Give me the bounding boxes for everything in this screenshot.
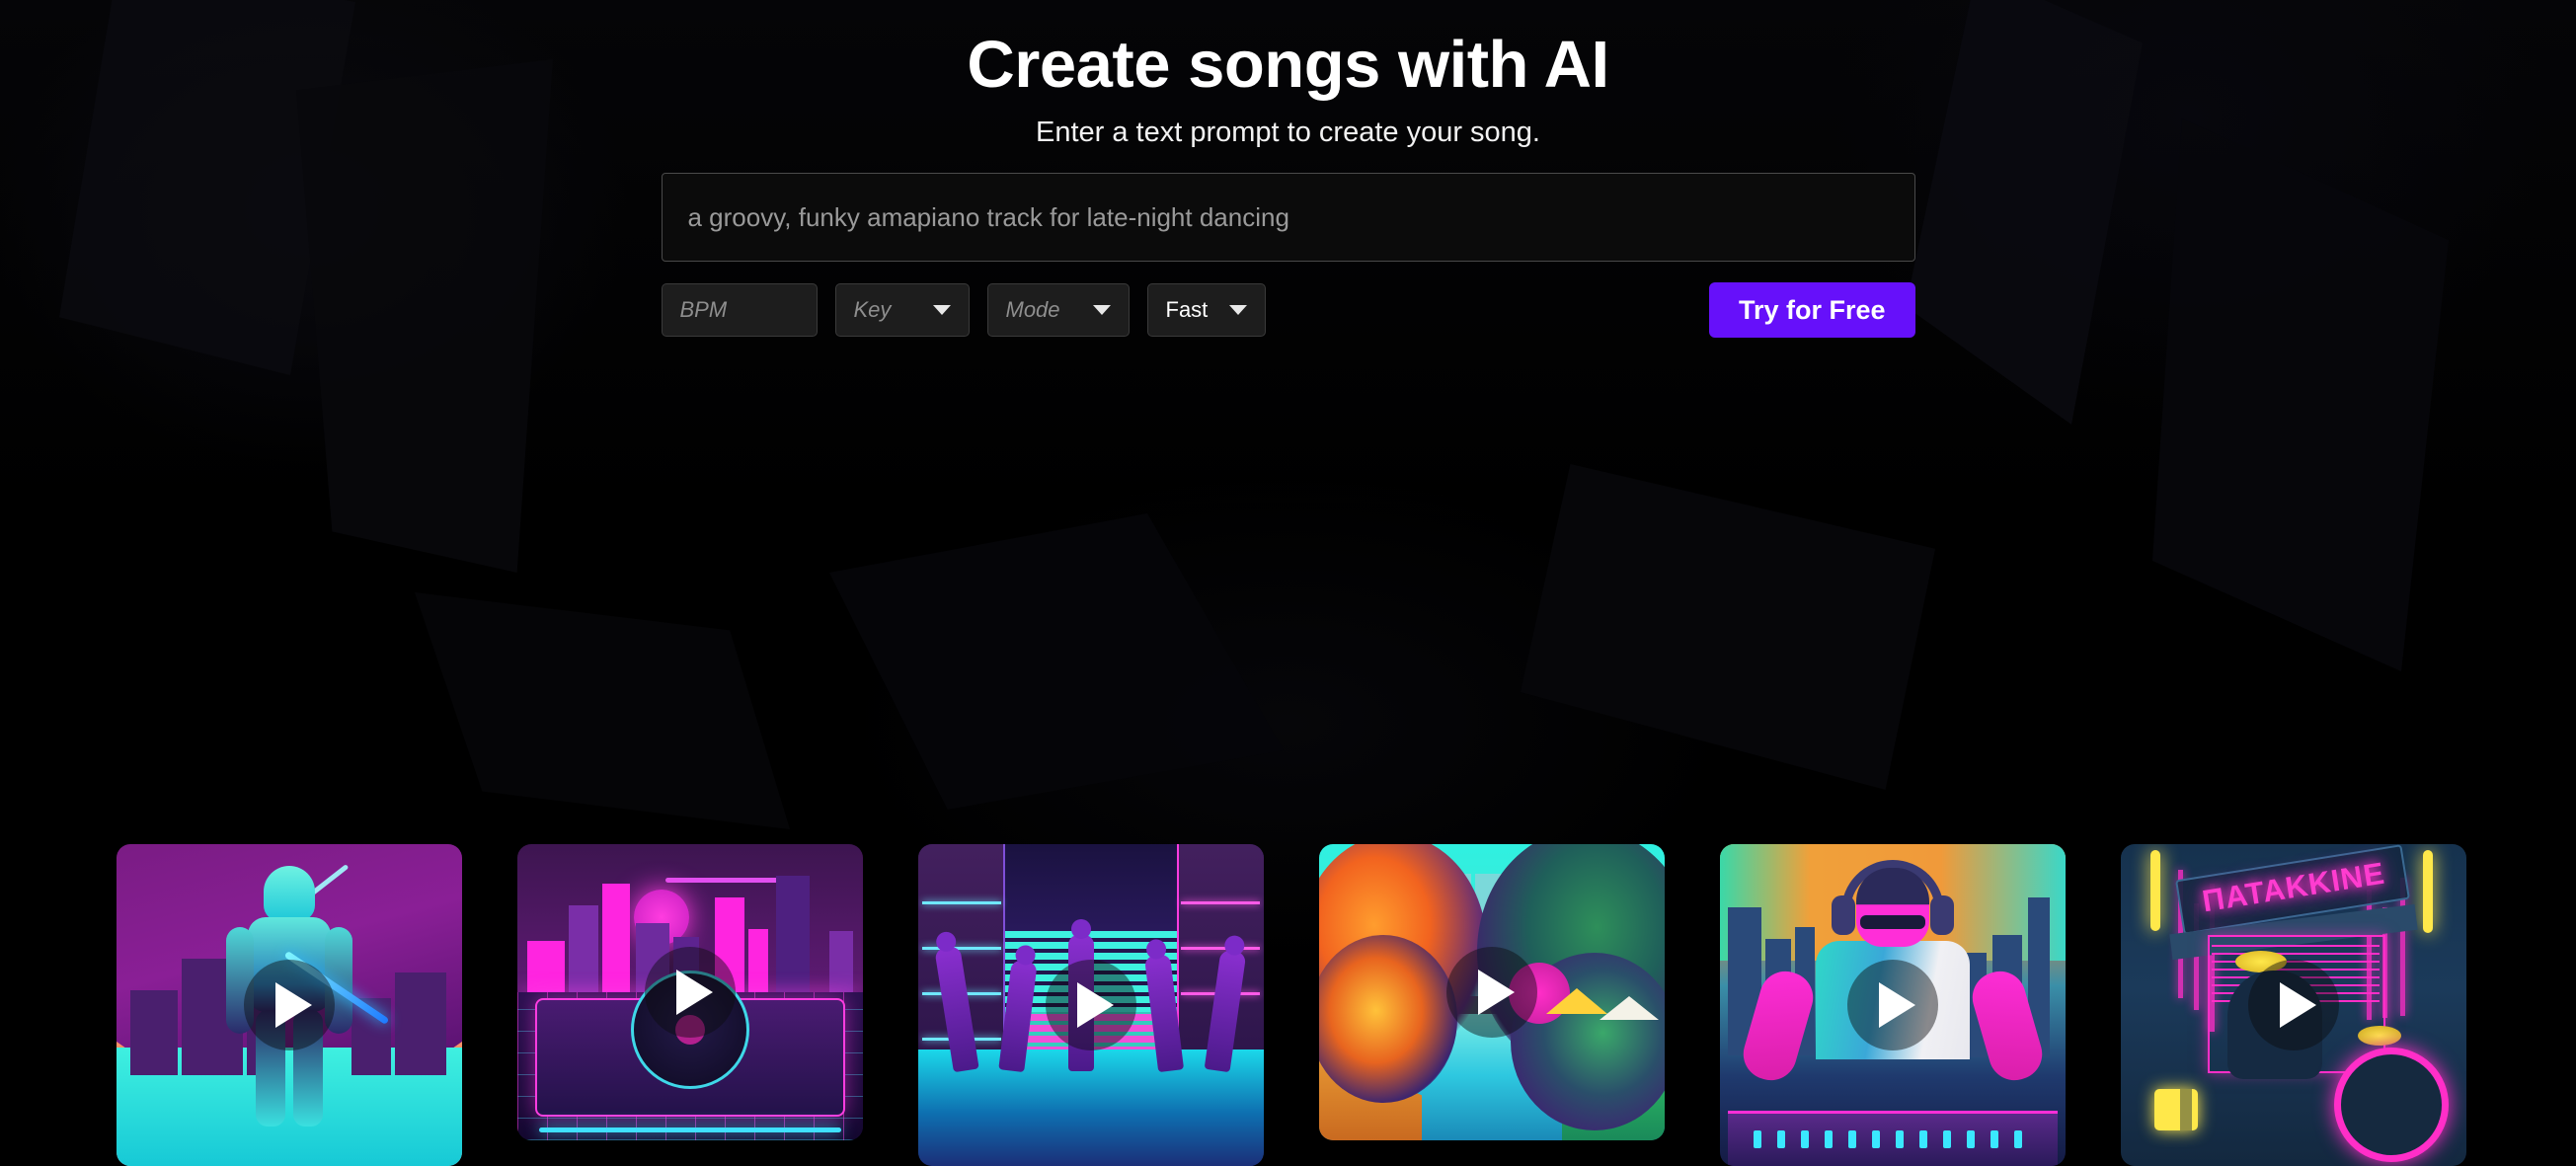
bpm-input[interactable]: BPM <box>661 283 818 338</box>
page-root: Create songs with AI Enter a text prompt… <box>0 0 2576 1166</box>
page-title: Create songs with AI <box>967 28 1609 102</box>
key-select[interactable]: Key <box>834 283 970 338</box>
chevron-down-icon <box>932 305 951 316</box>
play-icon[interactable] <box>1046 960 1136 1050</box>
prompt-card-synthwave-turntable[interactable] <box>517 844 863 1140</box>
bpm-placeholder: BPM <box>679 297 728 323</box>
prompt-card-neon-street-dancers[interactable] <box>918 844 1264 1166</box>
speed-select[interactable]: Fast <box>1146 283 1266 338</box>
prompt-card-neon-sign-drummer[interactable]: ΠΑΤΑΚΚΙΝΕ <box>2121 844 2466 1166</box>
chevron-down-icon <box>1092 305 1111 316</box>
prompt-card-tropical-neon-canal[interactable] <box>1319 844 1665 1140</box>
prompt-input[interactable]: a groovy, funky amapiano track for late-… <box>661 173 1915 263</box>
prompt-controls-row: BPM Key Mode Fast Try for Free <box>661 282 1915 339</box>
prompt-card-neon-cyber-knight[interactable] <box>117 844 462 1166</box>
try-for-free-button[interactable]: Try for Free <box>1708 282 1915 339</box>
play-icon[interactable] <box>1446 947 1537 1038</box>
speed-value: Fast <box>1165 297 1209 323</box>
chevron-down-icon <box>1228 305 1247 316</box>
mode-select[interactable]: Mode <box>986 283 1130 338</box>
background-shape <box>2152 118 2449 671</box>
page-subtitle: Enter a text prompt to create your song. <box>1036 117 1540 149</box>
play-icon[interactable] <box>645 947 736 1038</box>
hero-section: Create songs with AI Enter a text prompt… <box>0 0 2576 149</box>
play-icon[interactable] <box>244 960 335 1050</box>
mode-placeholder: Mode <box>1005 297 1060 323</box>
play-icon[interactable] <box>1847 960 1938 1050</box>
background-shape <box>415 592 790 829</box>
key-placeholder: Key <box>853 297 892 323</box>
play-icon[interactable] <box>2248 960 2339 1050</box>
background-shape <box>829 513 1284 810</box>
prompt-form: a groovy, funky amapiano track for late-… <box>661 173 1915 339</box>
prompt-input-value: a groovy, funky amapiano track for late-… <box>687 201 1289 232</box>
explore-prompts-gallery: ΠΑΤΑΚΚΙΝΕ <box>117 844 2466 1166</box>
explore-prompts-heading: Explore Prompts <box>1122 483 1454 530</box>
prompt-card-dj-at-mixer-skyline[interactable] <box>1720 844 2066 1166</box>
